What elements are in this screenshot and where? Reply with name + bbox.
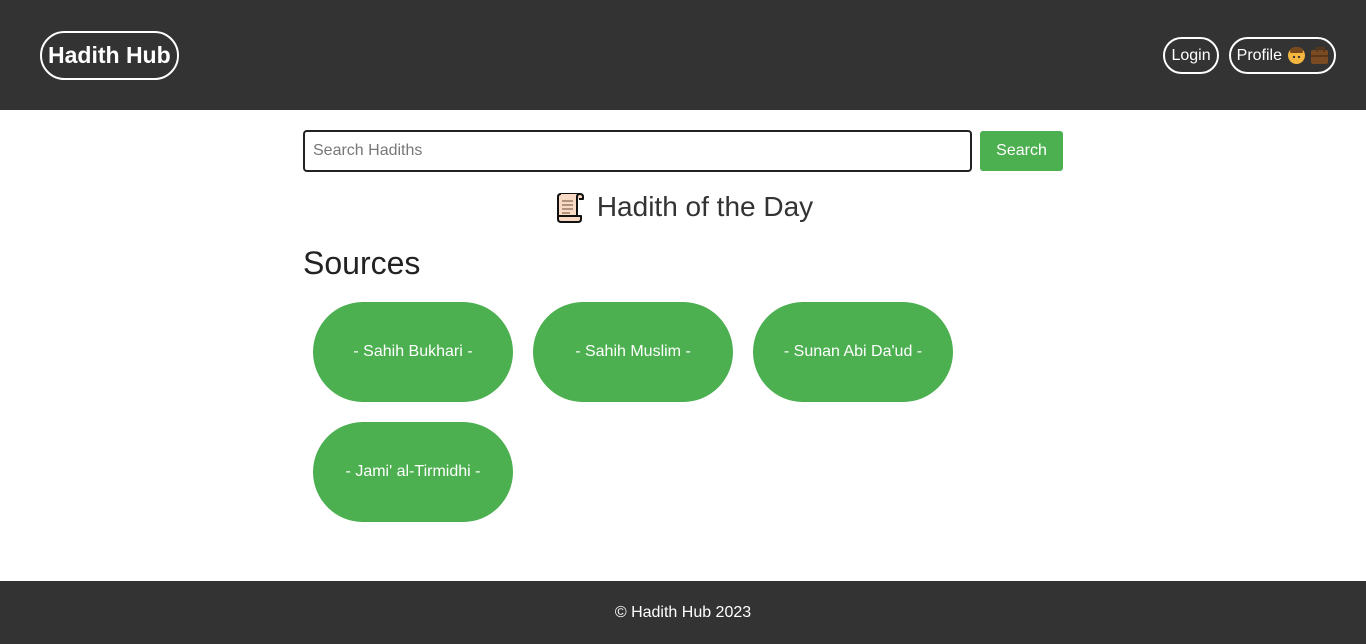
profile-label: Profile <box>1236 47 1282 64</box>
search-bar: Search <box>303 130 1063 172</box>
login-button[interactable]: Login <box>1163 37 1219 74</box>
source-sahih-muslim[interactable]: - Sahih Muslim - <box>533 302 733 402</box>
search-input[interactable] <box>303 130 972 172</box>
source-sahih-bukhari[interactable]: - Sahih Bukhari - <box>313 302 513 402</box>
top-nav: Login Profile <box>1163 37 1336 74</box>
footer-copyright: © Hadith Hub 2023 <box>614 603 752 621</box>
search-button[interactable]: Search <box>980 131 1063 171</box>
sources-heading: Sources <box>303 245 421 281</box>
login-label: Login <box>1171 47 1211 64</box>
logo-link[interactable]: Hadith Hub <box>40 31 179 80</box>
scroll-icon <box>556 193 584 223</box>
source-sunan-abi-daud[interactable]: - Sunan Abi Da'ud - <box>753 302 953 402</box>
hadith-of-the-day: Hadith of the Day <box>0 190 1366 229</box>
site-footer: © Hadith Hub 2023 <box>0 581 1366 644</box>
site-header: Hadith Hub Login Profile <box>0 0 1366 110</box>
profile-button[interactable]: Profile <box>1228 37 1336 74</box>
hadith-of-the-day-heading[interactable]: Hadith of the Day <box>553 190 813 224</box>
briefcase-icon <box>1311 46 1328 64</box>
person-icon <box>1288 47 1305 64</box>
source-jami-al-tirmidhi[interactable]: - Jami' al-Tirmidhi - <box>313 422 513 522</box>
hadith-of-the-day-title: Hadith of the Day <box>596 191 814 222</box>
